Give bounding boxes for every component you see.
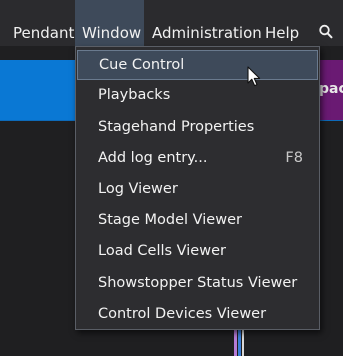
menu-help-label: Help [265,24,300,42]
menu-item-add-log-entry[interactable]: Add log entry... F8 [77,144,318,174]
menu-pendant-label: Pendant [13,24,75,42]
menu-item-label: Log Viewer [98,181,178,197]
mouse-cursor-icon [247,66,261,88]
search-icon[interactable] [318,23,334,41]
menu-window[interactable]: Window [75,0,144,46]
menu-item-log-viewer[interactable]: Log Viewer [77,175,318,205]
app-window: pack Pendant Window Administration Help … [0,0,343,356]
menu-item-label: Load Cells Viewer [98,243,226,259]
menu-item-label: Showstopper Status Viewer [98,275,298,291]
menu-item-label: Add log entry... [98,150,208,166]
menu-item-control-devices-viewer[interactable]: Control Devices Viewer [77,300,318,330]
menu-item-showstopper-status-viewer[interactable]: Showstopper Status Viewer [77,269,318,299]
menu-item-playbacks[interactable]: Playbacks [77,81,318,111]
menu-item-cue-control[interactable]: Cue Control [77,50,318,80]
menu-item-label: Stagehand Properties [98,119,255,135]
colored-strip [234,330,246,356]
menu-item-label: Cue Control [99,57,185,73]
menu-item-stage-model-viewer[interactable]: Stage Model Viewer [77,206,318,236]
purple-panel-tab-label: pack [319,81,343,97]
window-menu-dropdown: Cue Control Playbacks Stagehand Properti… [75,46,320,330]
menu-window-label: Window [82,24,142,42]
menu-item-label: Stage Model Viewer [98,212,242,228]
menu-item-label: Playbacks [98,87,171,103]
menu-pendant[interactable]: Pendant [13,0,74,46]
menu-administration[interactable]: Administration [152,0,262,46]
menu-help[interactable]: Help [265,0,299,46]
menu-item-stagehand-properties[interactable]: Stagehand Properties [77,113,318,143]
shortcut-label: F8 [285,150,303,166]
menu-administration-label: Administration [152,24,262,42]
purple-panel-tab[interactable]: pack [318,60,343,120]
menu-item-load-cells-viewer[interactable]: Load Cells Viewer [77,237,318,267]
menu-item-label: Control Devices Viewer [98,306,267,322]
menu-bar: Pendant Window Administration Help [0,0,343,46]
